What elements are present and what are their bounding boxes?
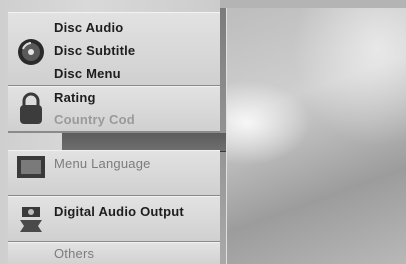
menu-item-disc-audio[interactable]: Disc Audio [54,20,123,35]
menu-item-menu-language[interactable]: Menu Language [54,156,151,171]
menu-item-digital-audio-output[interactable]: Digital Audio Output [54,204,184,219]
screen-icon [17,156,45,178]
lock-icon [20,92,42,124]
menu-item-rating[interactable]: Rating [54,90,96,105]
disc-icon [18,39,44,65]
menu-item-disc-menu[interactable]: Disc Menu [54,66,121,81]
audio-output-icon [20,207,42,232]
dvd-setup-screen: Disc Audio Disc Subtitle Disc Menu Ratin… [0,0,406,264]
menu-item-others[interactable]: Others [54,246,94,261]
menu-item-country-code[interactable]: Country Cod [54,112,135,127]
others-group [8,242,220,264]
preview-panel [226,8,406,264]
menu-item-disc-subtitle[interactable]: Disc Subtitle [54,43,135,58]
preview-frame-top [220,0,406,8]
setup-menu: Disc Audio Disc Subtitle Disc Menu Ratin… [0,0,227,264]
